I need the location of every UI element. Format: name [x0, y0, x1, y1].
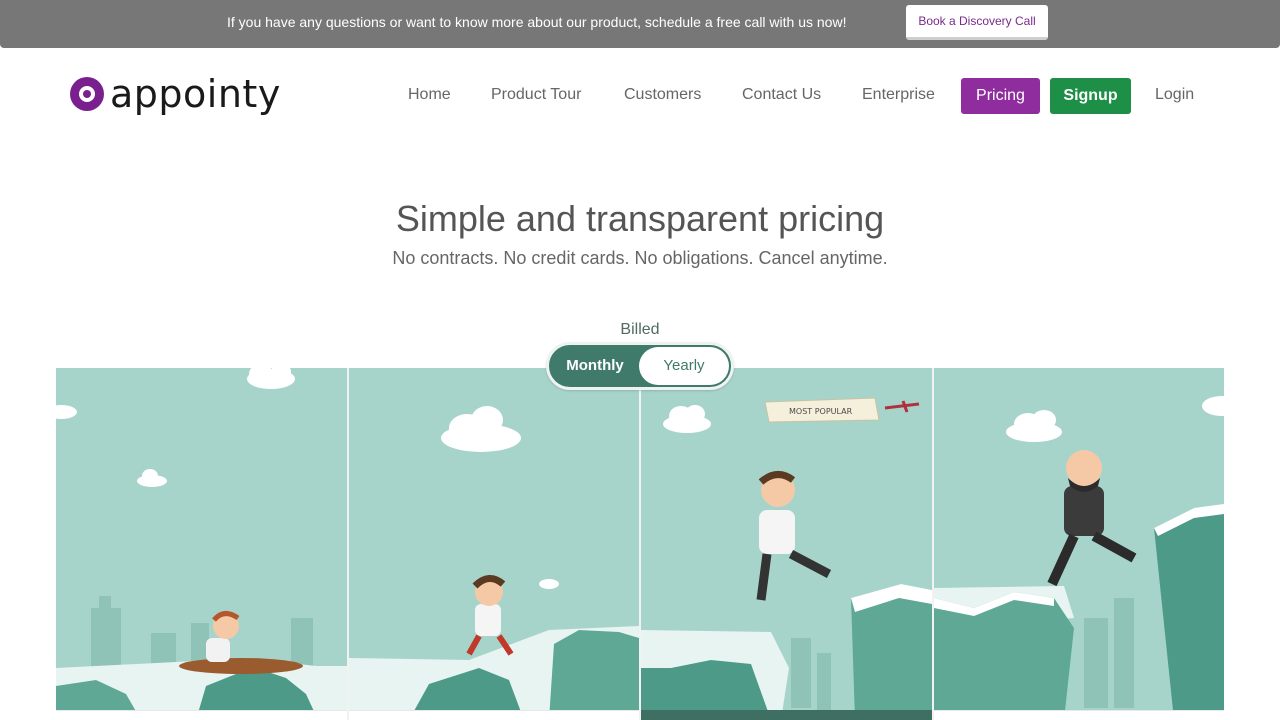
man-jumping-icon — [756, 471, 832, 601]
billing-option-monthly[interactable]: Monthly — [549, 345, 641, 387]
nav-home[interactable]: Home — [408, 86, 451, 104]
nav-customers[interactable]: Customers — [624, 86, 701, 104]
plan-card-top — [56, 710, 347, 720]
most-popular-banner: MOST POPULAR — [764, 397, 920, 423]
plan-illustration-4 — [934, 368, 1224, 720]
plan-illustration-2 — [349, 368, 639, 720]
cloud-icon — [56, 368, 295, 487]
nav-pricing-button[interactable]: Pricing — [961, 78, 1040, 114]
logo-mark-icon — [70, 77, 104, 111]
announcement-bar: If you have any questions or want to kno… — [0, 0, 1280, 48]
plan-card-top — [349, 710, 639, 720]
logo-text: appointy — [110, 72, 281, 116]
book-discovery-call-button[interactable]: Book a Discovery Call — [906, 5, 1048, 40]
cloud-icon — [663, 405, 711, 433]
plan-card-top — [934, 710, 1224, 720]
appointy-logo[interactable]: appointy — [70, 72, 290, 118]
billing-toggle[interactable]: Monthly Yearly — [546, 342, 734, 390]
nav-product-tour[interactable]: Product Tour — [491, 86, 581, 104]
nav-enterprise[interactable]: Enterprise — [862, 86, 935, 104]
plan-illustration-1 — [56, 368, 347, 720]
page-subtitle: No contracts. No credit cards. No obliga… — [392, 248, 888, 268]
billed-label: Billed — [620, 321, 660, 338]
businessman-running-icon — [1047, 450, 1137, 587]
plan-illustration-3: MOST POPULAR — [641, 368, 932, 720]
announcement-text: If you have any questions or want to kno… — [227, 14, 847, 30]
cloud-icon — [441, 406, 559, 589]
signup-button[interactable]: Signup — [1050, 78, 1131, 114]
page-title: Simple and transparent pricing — [395, 198, 885, 239]
login-link[interactable]: Login — [1155, 86, 1194, 104]
nav-contact-us[interactable]: Contact Us — [742, 86, 821, 104]
billing-option-yearly[interactable]: Yearly — [639, 347, 729, 385]
plan-card-top-popular — [641, 710, 932, 720]
cloud-icon — [1006, 396, 1224, 442]
most-popular-text: MOST POPULAR — [789, 407, 853, 416]
boy-running-icon — [466, 575, 514, 656]
